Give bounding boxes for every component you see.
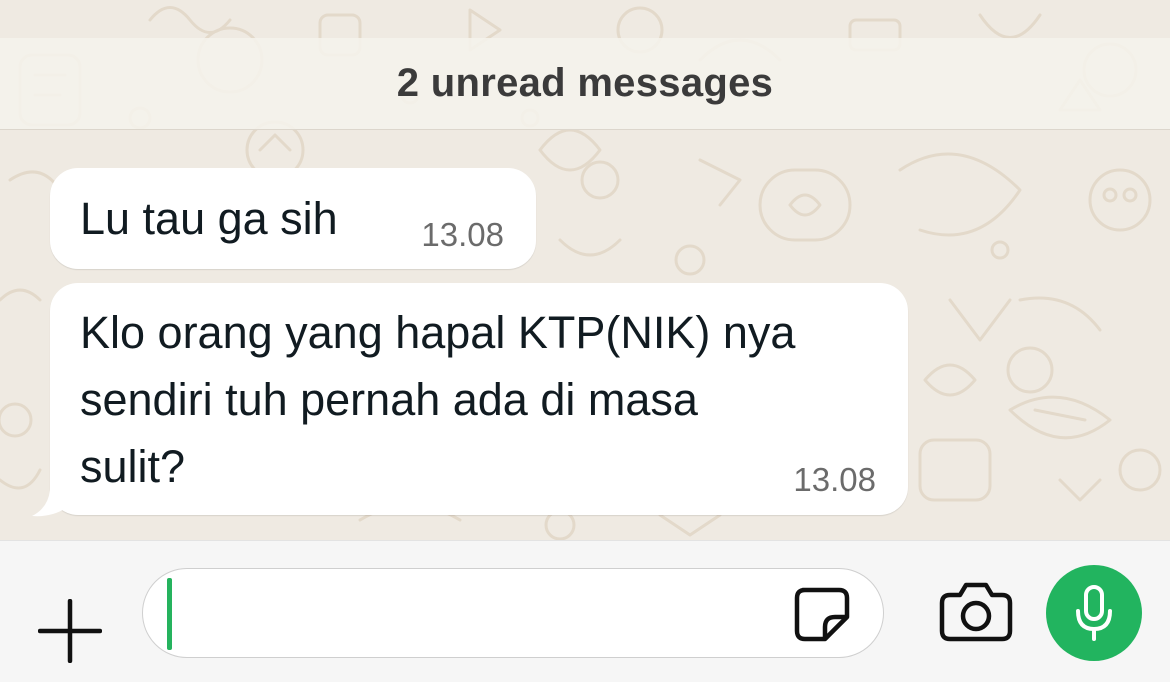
message-timestamp: 13.08 <box>793 461 876 498</box>
message-text: Lu tau ga sih <box>80 193 338 244</box>
microphone-icon[interactable] <box>1046 565 1142 661</box>
message-timestamp: 13.08 <box>421 216 504 253</box>
camera-icon[interactable] <box>938 579 1014 643</box>
text-caret <box>167 578 172 650</box>
unread-messages-banner: 2 unread messages <box>0 38 1170 130</box>
incoming-message-bubble[interactable]: Lu tau ga sih 13.08 <box>50 168 536 269</box>
message-text: Klo orang yang hapal KTP(NIK) nya sendir… <box>80 307 796 492</box>
message-composer-bar <box>0 540 1170 682</box>
chat-area: 2 unread messages Lu tau ga sih 13.08 Kl… <box>0 0 1170 540</box>
sticker-icon[interactable] <box>793 587 853 643</box>
incoming-message-bubble[interactable]: Klo orang yang hapal KTP(NIK) nya sendir… <box>50 283 908 515</box>
bubble-tail <box>32 460 76 517</box>
unread-messages-label: 2 unread messages <box>396 61 774 105</box>
message-input[interactable] <box>142 568 884 658</box>
plus-icon[interactable] <box>37 598 103 664</box>
